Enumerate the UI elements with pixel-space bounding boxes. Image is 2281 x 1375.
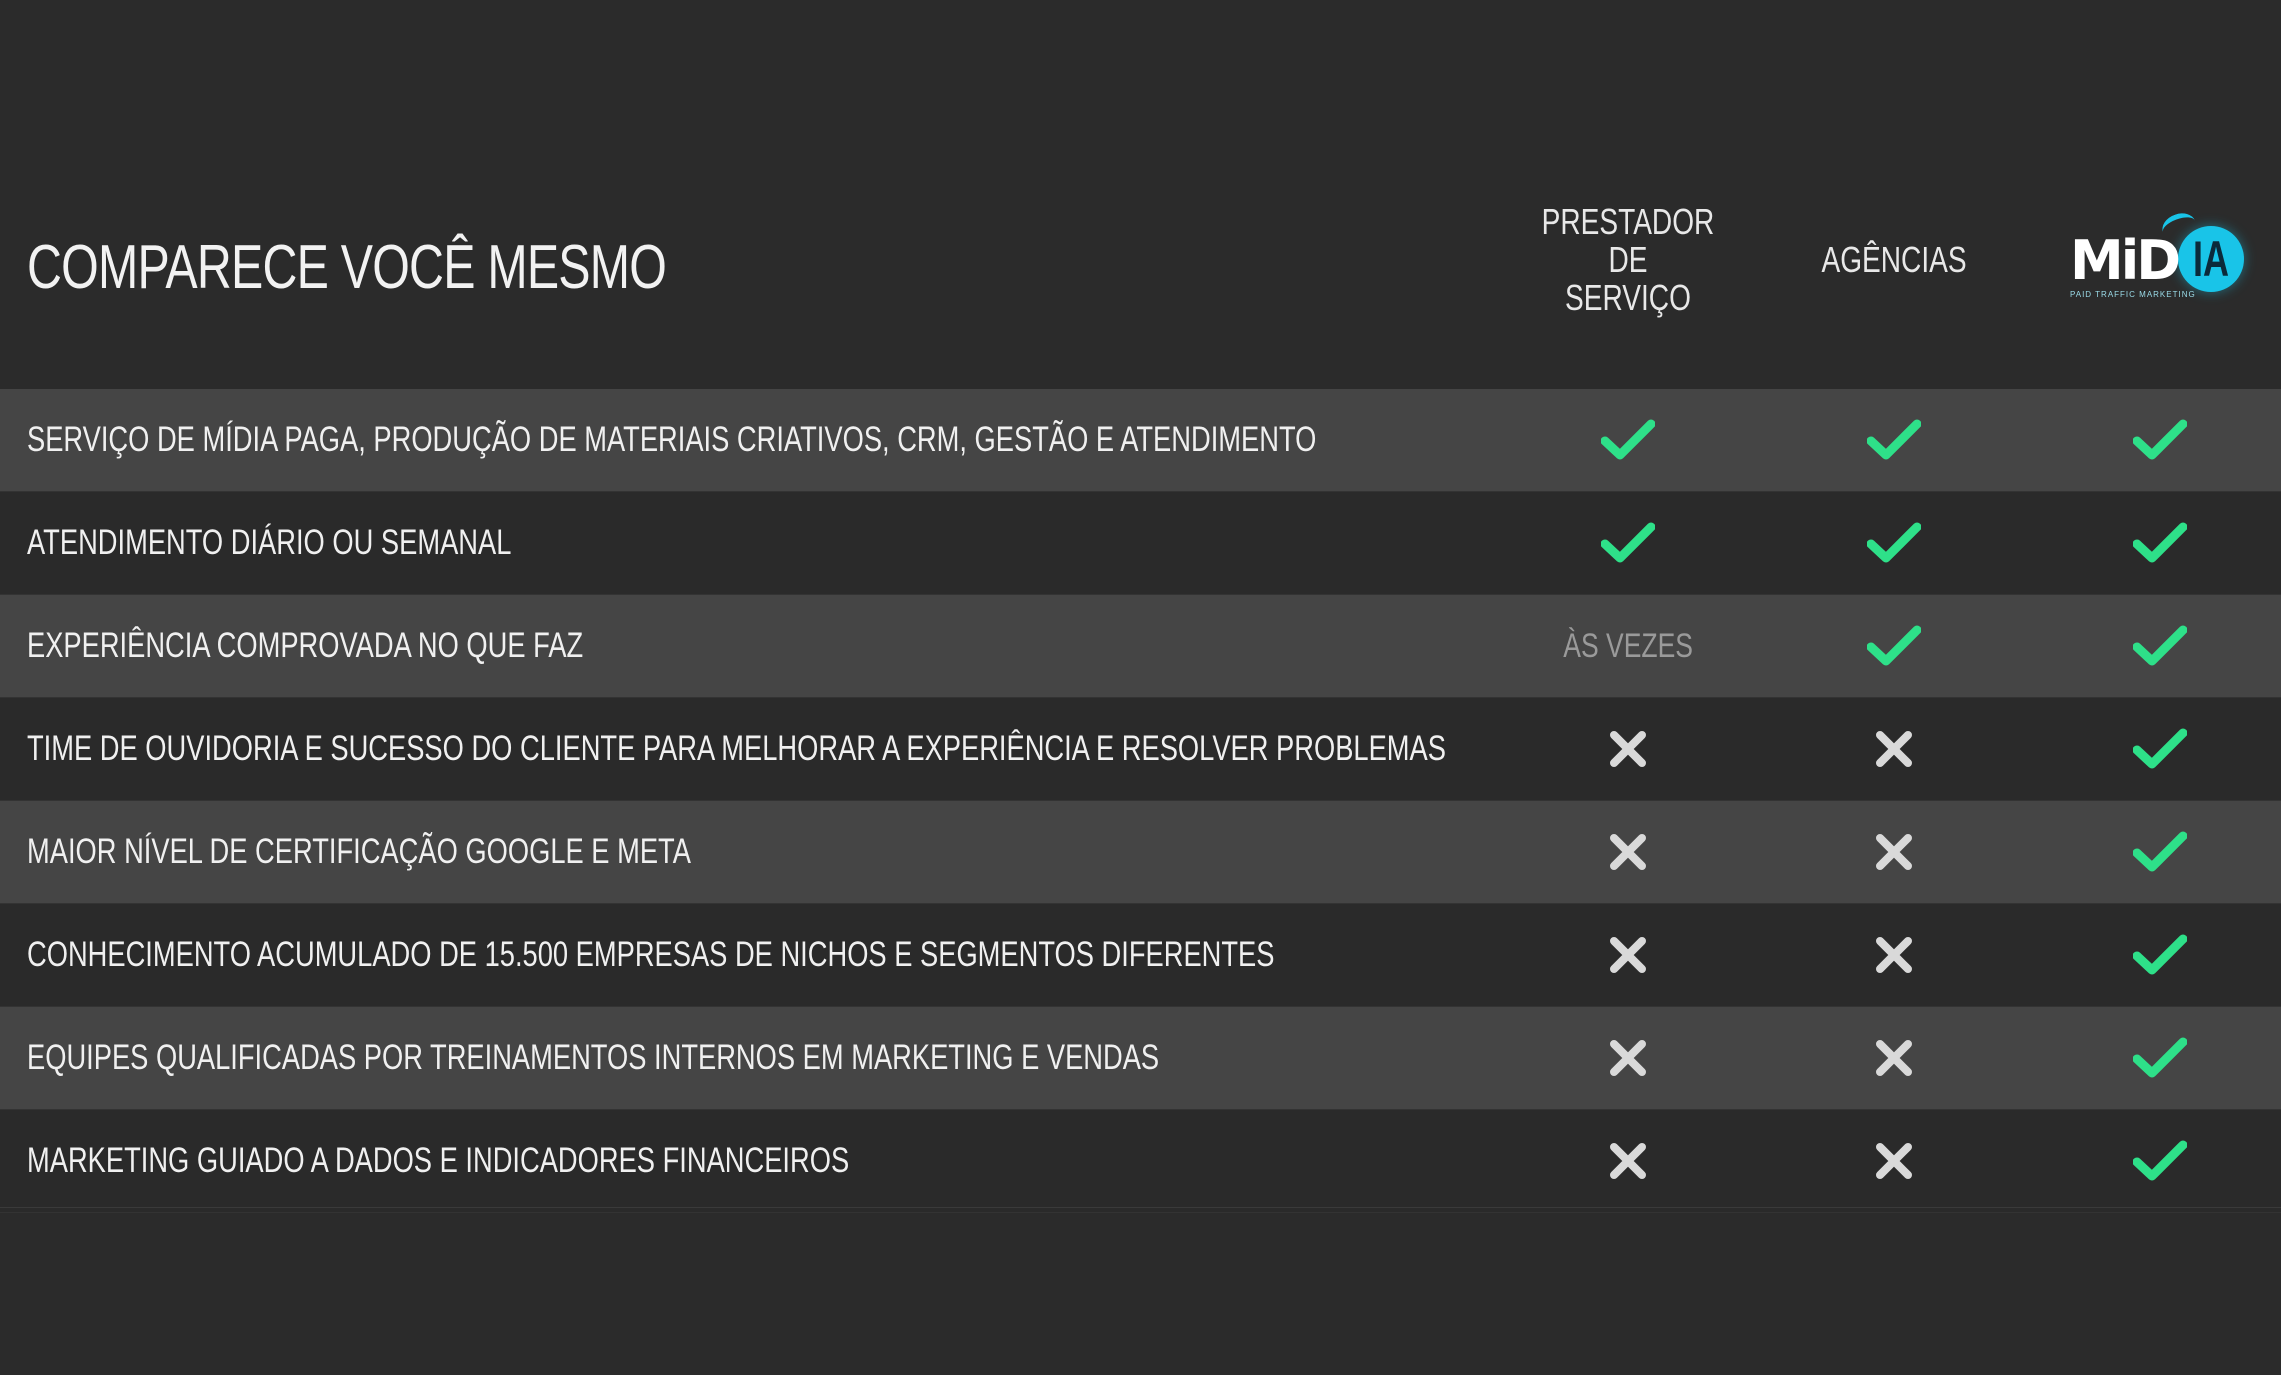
table-row: MARKETING GUIADO A DADOS E INDICADORES F… — [0, 1110, 2281, 1213]
table-bottom-divider — [0, 1207, 2281, 1208]
cross-icon — [1766, 1007, 2022, 1109]
check-icon — [1766, 389, 2022, 491]
row-label: SERVIÇO DE MÍDIA PAGA, PRODUÇÃO DE MATER… — [27, 420, 1317, 459]
check-icon — [2032, 595, 2281, 697]
row-label: CONHECIMENTO ACUMULADO DE 15.500 EMPRESA… — [27, 935, 1275, 974]
check-icon — [2032, 492, 2281, 594]
table-row: TIME DE OUVIDORIA E SUCESSO DO CLIENTE P… — [0, 698, 2281, 801]
row-label: EQUIPES QUALIFICADAS POR TREINAMENTOS IN… — [27, 1038, 1160, 1077]
table-row: CONHECIMENTO ACUMULADO DE 15.500 EMPRESA… — [0, 904, 2281, 1007]
cell-text-value: ÀS VEZES — [1563, 626, 1693, 665]
column-header-label: AGÊNCIAS — [1821, 239, 1967, 280]
check-icon — [2032, 698, 2281, 800]
column-header-label: PRESTADOR DE SERVIÇO — [1541, 201, 1715, 318]
row-label: MARKETING GUIADO A DADOS E INDICADORES F… — [27, 1141, 850, 1180]
column-header-agencias: AGÊNCIAS — [1766, 190, 2022, 330]
check-icon — [1766, 595, 2022, 697]
check-icon — [1500, 492, 1756, 594]
table-row: MAIOR NÍVEL DE CERTIFICAÇÃO GOOGLE E MET… — [0, 801, 2281, 904]
column-header-midia: MiD IA PAID TRAFFIC MARKETING — [2030, 190, 2281, 330]
cross-icon — [1500, 1007, 1756, 1109]
column-header-prestador: PRESTADOR DE SERVIÇO — [1500, 190, 1756, 330]
table-row: ATENDIMENTO DIÁRIO OU SEMANAL — [0, 492, 2281, 595]
check-icon — [2032, 1110, 2281, 1212]
check-icon — [1766, 492, 2022, 594]
logo-text-main: MiD — [2070, 229, 2181, 292]
cross-icon — [1500, 698, 1756, 800]
cross-icon — [1500, 801, 1756, 903]
logo-tagline: PAID TRAFFIC MARKETING — [2070, 290, 2196, 299]
cross-icon — [1766, 801, 2022, 903]
cross-icon — [1500, 904, 1756, 1006]
cross-icon — [1766, 904, 2022, 1006]
check-icon — [2032, 904, 2281, 1006]
cross-icon — [1500, 1110, 1756, 1212]
row-label: ATENDIMENTO DIÁRIO OU SEMANAL — [27, 523, 512, 562]
logo-text-accent: IA — [2193, 231, 2229, 287]
row-label: TIME DE OUVIDORIA E SUCESSO DO CLIENTE P… — [27, 729, 1446, 768]
page-title: COMPARECE VOCÊ MESMO — [27, 233, 667, 302]
check-icon — [2032, 389, 2281, 491]
cross-icon — [1766, 698, 2022, 800]
midia-logo: MiD IA PAID TRAFFIC MARKETING — [2070, 208, 2246, 300]
check-icon — [2032, 1007, 2281, 1109]
table-row: SERVIÇO DE MÍDIA PAGA, PRODUÇÃO DE MATER… — [0, 389, 2281, 492]
cell-text: ÀS VEZES — [1500, 595, 1756, 697]
cross-icon — [1766, 1110, 2022, 1212]
comparison-header: COMPARECE VOCÊ MESMO PRESTADOR DE SERVIÇ… — [0, 190, 2281, 330]
table-row: EXPERIÊNCIA COMPROVADA NO QUE FAZ ÀS VEZE… — [0, 595, 2281, 698]
table-row: EQUIPES QUALIFICADAS POR TREINAMENTOS IN… — [0, 1007, 2281, 1110]
check-icon — [1500, 389, 1756, 491]
row-label: MAIOR NÍVEL DE CERTIFICAÇÃO GOOGLE E MET… — [27, 832, 691, 871]
row-label: EXPERIÊNCIA COMPROVADA NO QUE FAZ — [27, 626, 584, 665]
comparison-table: SERVIÇO DE MÍDIA PAGA, PRODUÇÃO DE MATER… — [0, 389, 2281, 1213]
check-icon — [2032, 801, 2281, 903]
